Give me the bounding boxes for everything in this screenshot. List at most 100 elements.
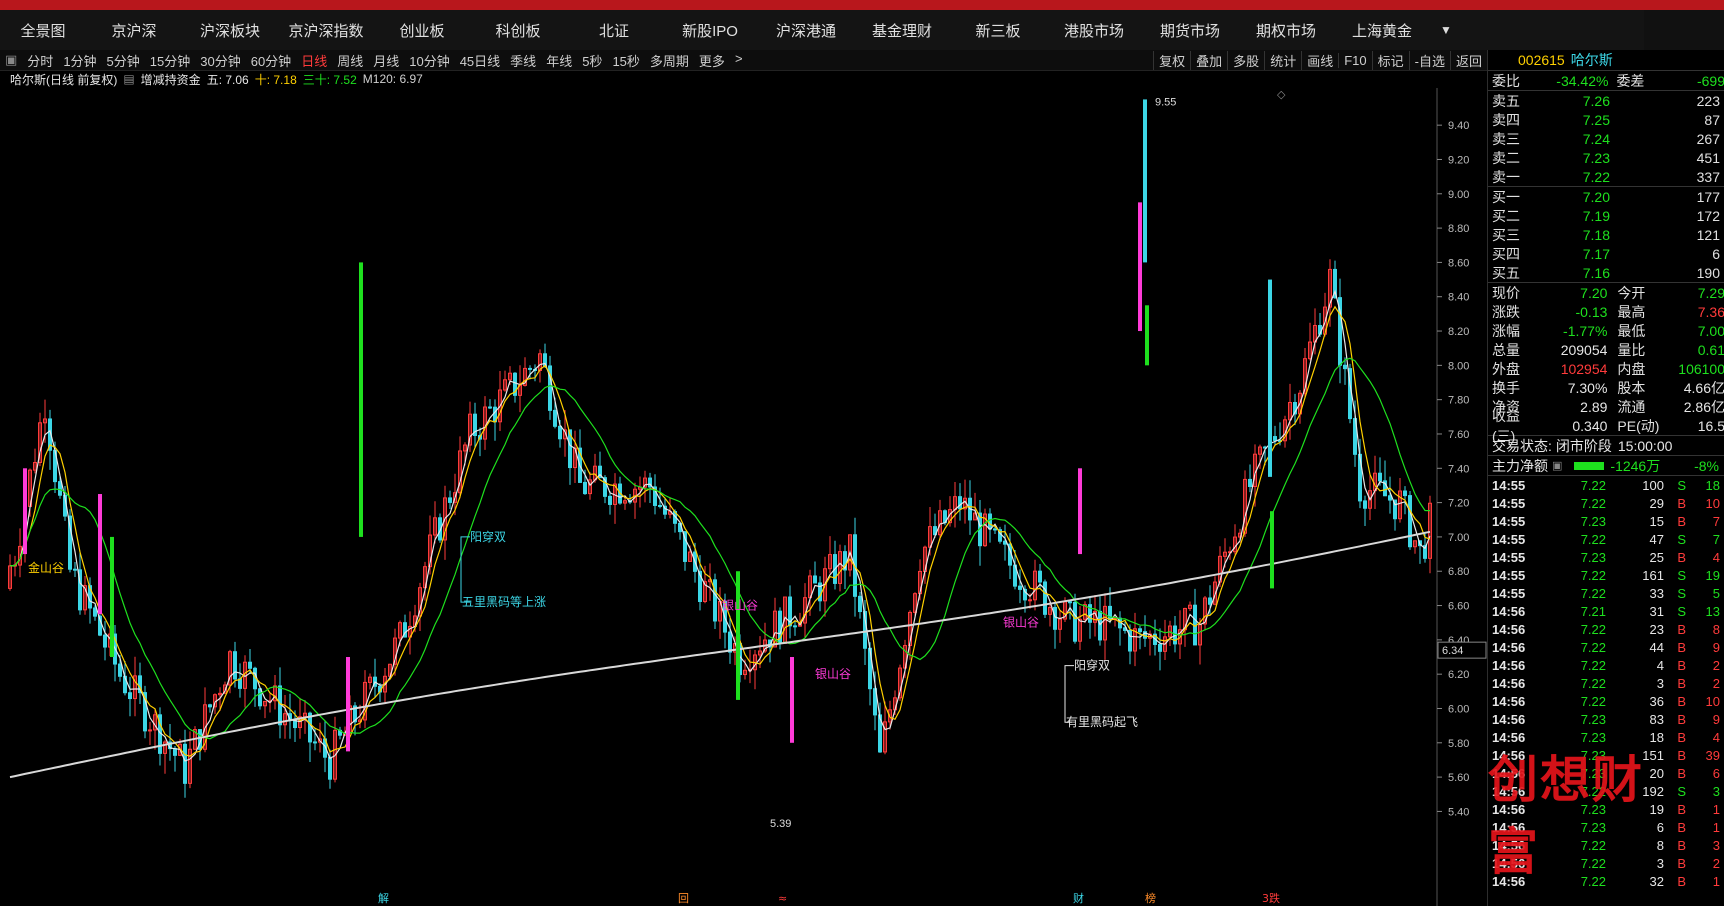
toolbar-action-7[interactable]: -自选 (1408, 50, 1450, 70)
tick-price: 7.23 (1580, 549, 1606, 565)
tick-price: 7.23 (1580, 711, 1606, 727)
candle-body (293, 720, 297, 729)
stat-key: 总量 (1492, 341, 1520, 358)
event-marker[interactable]: ≈ (778, 892, 787, 905)
signal-bar (1143, 99, 1147, 263)
chart-toggle-icon[interactable]: ▣ (1552, 459, 1562, 472)
signal-bar (23, 468, 27, 555)
event-marker[interactable]: 财 (1073, 891, 1084, 905)
chart-annotation: 金山谷 (28, 560, 64, 575)
period-2[interactable]: 5分钟 (102, 51, 145, 70)
stat-value: 7.30% (1567, 379, 1608, 396)
period-11[interactable]: 季线 (505, 51, 541, 70)
nav-item-9[interactable]: 基金理财 (854, 20, 950, 41)
nav-more-icon[interactable]: ▼ (1440, 23, 1452, 37)
tick-side: B (1677, 513, 1686, 529)
layout-icon[interactable]: ▣ (0, 52, 22, 68)
kline-chart[interactable]: 9.40 9.20 9.00 8.80 8.60 8.40 8.20 8.00 7.80 7.60… (0, 88, 1487, 906)
market-nav-bar: 全景图 京沪深 沪深板块 京沪深指数 创业板 科创板 北证 新股IPO 沪深港通 基金理财 新三板港… (0, 10, 1724, 51)
nav-item-13[interactable]: 期权市场 (1238, 20, 1334, 41)
indicator-name[interactable]: 增减持资金 (141, 71, 201, 88)
period-16[interactable]: 更多 (694, 51, 730, 70)
period-15[interactable]: 多周期 (645, 51, 694, 70)
nav-item-0[interactable]: 全景图 (0, 20, 86, 41)
period-1[interactable]: 1分钟 (58, 51, 101, 70)
toolbar-action-4[interactable]: 画线 (1301, 50, 1338, 70)
tick-row: 14:56 7.22 4 B 2 (1488, 656, 1724, 674)
toolbar-action-0[interactable]: 复权 (1153, 50, 1190, 70)
candle-body (1408, 495, 1412, 548)
nav-item-1[interactable]: 京沪深 (86, 20, 182, 41)
nav-item-4[interactable]: 创业板 (374, 20, 470, 41)
order-price: 7.16 (1582, 264, 1610, 281)
tick-volume: 161 (1642, 567, 1664, 583)
event-marker[interactable]: 回 (678, 892, 689, 905)
nav-item-10[interactable]: 新三板 (950, 20, 1046, 41)
tick-side: S (1677, 567, 1686, 583)
nav-item-11[interactable]: 港股市场 (1046, 20, 1142, 41)
signal-bar (1270, 511, 1274, 589)
tick-side: B (1677, 621, 1686, 637)
period-3[interactable]: 15分钟 (145, 51, 195, 70)
period-7[interactable]: 周线 (332, 51, 368, 70)
toolbar-action-8[interactable]: 返回 (1449, 50, 1487, 70)
dropdown-icon[interactable]: ▤ (123, 72, 134, 86)
order-label: 卖一 (1492, 168, 1520, 185)
period-4[interactable]: 30分钟 (195, 51, 245, 70)
stock-title[interactable]: 哈尔斯(日线 前复权) (10, 71, 117, 88)
toolbar-action-1[interactable]: 叠加 (1190, 50, 1227, 70)
candle-body (1053, 606, 1057, 630)
y-tick-label: 5.40 (1448, 806, 1469, 818)
period-10[interactable]: 45日线 (455, 51, 505, 70)
period-8[interactable]: 月线 (368, 51, 404, 70)
candle-body (183, 743, 187, 784)
stat-value: 7.20 (1580, 284, 1608, 301)
top-red-strip (0, 0, 1724, 10)
candle-body (658, 504, 662, 507)
nav-item-2[interactable]: 沪深板块 (182, 20, 278, 41)
nav-item-14[interactable]: 上海黄金 (1334, 20, 1430, 41)
period-14[interactable]: 15秒 (607, 51, 644, 70)
candle-body (1343, 364, 1347, 370)
period-5[interactable]: 60分钟 (246, 51, 296, 70)
order-row: 卖四 7.25 87 (1488, 110, 1724, 129)
tick-volume: 3 (1656, 675, 1664, 691)
y-tick-label: 6.20 (1448, 669, 1469, 681)
nav-item-7[interactable]: 新股IPO (662, 20, 758, 41)
tick-count: 10 (1705, 495, 1720, 511)
period-12[interactable]: 年线 (541, 51, 577, 70)
tick-price: 7.21 (1580, 603, 1606, 619)
quote-side-panel: 002615 哈尔斯 委比 -34.42% 委差 -699 卖五 7.26 22… (1487, 50, 1724, 906)
nav-item-5[interactable]: 科创板 (470, 20, 566, 41)
event-marker[interactable]: 3跌 (1262, 891, 1280, 905)
nav-item-12[interactable]: 期货市场 (1142, 20, 1238, 41)
candle-body (208, 704, 212, 708)
period-0[interactable]: 分时 (22, 51, 58, 70)
tick-price: 7.22 (1580, 495, 1606, 511)
period-9[interactable]: 10分钟 (404, 51, 454, 70)
toolbar-action-5[interactable]: F10 (1338, 52, 1371, 68)
toolbar-action-3[interactable]: 统计 (1264, 50, 1301, 70)
toolbar-action-6[interactable]: 标记 (1371, 50, 1409, 70)
nav-item-6[interactable]: 北证 (566, 20, 662, 41)
toolbar-action-2[interactable]: 多股 (1227, 50, 1264, 70)
nav-item-8[interactable]: 沪深港通 (758, 20, 854, 41)
low-price-label: 5.39 (770, 818, 791, 830)
main-flow-value: -1246万 (1610, 457, 1661, 474)
candle-body (328, 756, 332, 780)
candle-body (988, 513, 992, 530)
event-marker[interactable]: 榜 (1145, 891, 1156, 905)
tick-count: 1 (1712, 819, 1720, 835)
candle-body (858, 595, 862, 613)
tick-time: 14:55 (1492, 513, 1526, 529)
candle-body (1363, 500, 1367, 509)
zoom-icon[interactable]: ◇ (1277, 89, 1286, 101)
event-marker[interactable]: 解 (378, 891, 389, 905)
tick-count: 7 (1712, 531, 1720, 547)
more-chevron-icon[interactable]: > (730, 51, 748, 70)
signal-bar (1145, 305, 1149, 366)
period-13[interactable]: 5秒 (577, 51, 607, 70)
nav-item-3[interactable]: 京沪深指数 (278, 20, 374, 41)
period-6[interactable]: 日线 (296, 51, 332, 70)
ma10-label: 十: 7.18 (254, 72, 297, 87)
